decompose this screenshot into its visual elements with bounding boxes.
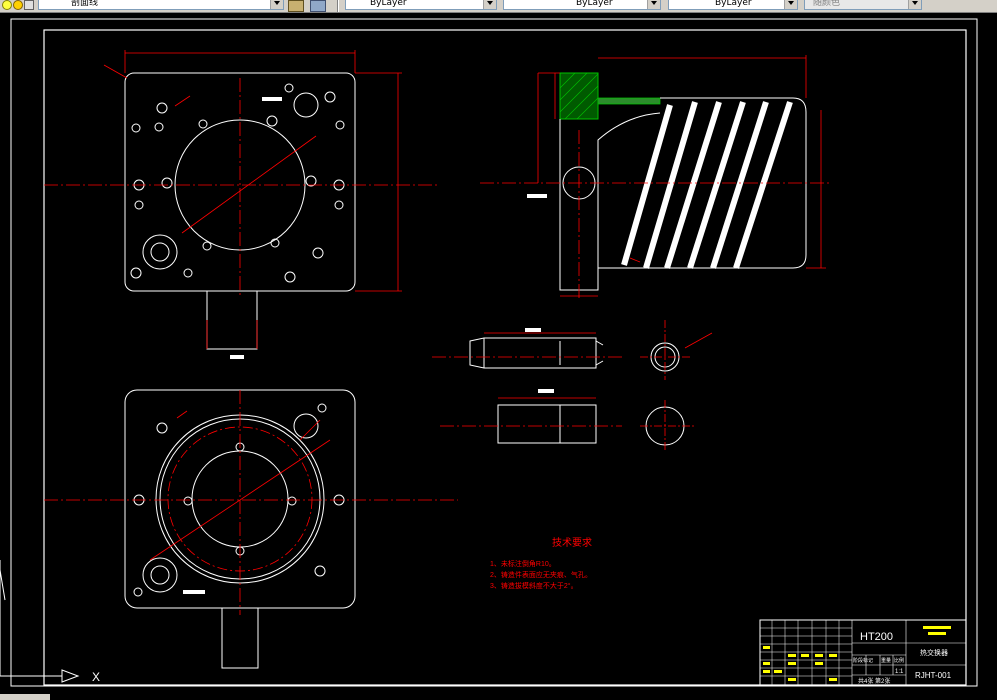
plotstyle-value: 随颜色: [813, 0, 841, 8]
col-label: 阶段标记: [853, 657, 873, 664]
tech-item-1: 1、未标注倒角R10。: [490, 559, 556, 568]
bottom-flange-dimensions: [44, 390, 458, 615]
layer-previous-icon[interactable]: [310, 0, 326, 12]
title-block: HT200 热交换器 阶段标记 重量 比例 1:1 共4张 第2张 RJHT-0…: [759, 619, 967, 686]
bolt-hole: [156, 422, 168, 434]
bolt-hole: [335, 120, 345, 130]
bolt-hole: [198, 119, 208, 129]
bolt-hole: [183, 496, 193, 506]
toolbar-separator: [337, 0, 339, 12]
pin-lower: [497, 404, 597, 444]
linetype-value: ByLayer: [576, 0, 613, 8]
corner-hole: [142, 557, 178, 593]
section-view: [480, 55, 830, 300]
bolt-hole: [266, 115, 278, 127]
bolt-hole: [314, 565, 326, 577]
corner-hole-inner: [150, 565, 170, 585]
plotstyle-dropdown[interactable]: 随颜色: [804, 0, 922, 10]
tech-title: 技术要求: [552, 536, 592, 549]
part-name-text: 热交换器: [920, 648, 948, 657]
pin-upper: [469, 337, 597, 369]
bolt-hole: [202, 241, 212, 251]
linetype-dropdown[interactable]: ByLayer: [503, 0, 661, 10]
layer-manager-icon[interactable]: [288, 0, 304, 12]
revision-grid: [760, 620, 852, 685]
plate-stem: [206, 290, 258, 350]
col-label: 比例: [894, 657, 904, 664]
pin-details: [432, 320, 713, 452]
scale-text: 1:1: [895, 669, 904, 675]
chevron-down-icon[interactable]: [483, 0, 496, 9]
corner-hole-tr: [293, 92, 319, 118]
ucs-icon: X: [0, 560, 100, 684]
tech-item-3: 3、铸造拔模斜度不大于2°。: [490, 581, 578, 590]
lineweight-value: ByLayer: [715, 0, 752, 8]
drawing-no-text: RJHT-001: [915, 671, 952, 680]
label-block: [183, 590, 205, 594]
color-value: ByLayer: [370, 0, 407, 8]
flange-stem: [221, 607, 259, 669]
bolt-hole: [134, 200, 144, 210]
bolt-hole: [156, 102, 168, 114]
tech-requirements: 技术要求 1、未标注倒角R10。 2、铸造件表面应无夹痕、气孔。 3、铸造拔模斜…: [490, 536, 592, 590]
label-block: [262, 97, 282, 101]
bolt-hole: [317, 403, 327, 413]
sun-icon[interactable]: [13, 0, 23, 10]
label-block: [527, 194, 547, 198]
chevron-down-icon[interactable]: [784, 0, 797, 9]
lightbulb-icon[interactable]: [2, 0, 12, 10]
top-plate-dimensions: [44, 50, 438, 349]
bolt-hole: [131, 123, 141, 133]
bolt-hole: [133, 587, 143, 597]
tech-item-2: 2、铸造件表面应无夹痕、气孔。: [490, 570, 592, 579]
lock-icon[interactable]: [24, 0, 34, 10]
bolt-hole: [284, 271, 296, 283]
ucs-x-label: X: [92, 670, 100, 684]
coil-stripes: [621, 101, 793, 269]
bolt-hole: [284, 83, 294, 93]
hatch-strip: [597, 97, 661, 105]
chevron-down-icon[interactable]: [908, 0, 921, 9]
bolt-hole: [154, 122, 164, 132]
corner-hole-bl: [142, 234, 178, 270]
chevron-down-icon[interactable]: [647, 0, 660, 9]
material-text: HT200: [860, 631, 893, 643]
bolt-hole: [161, 177, 173, 189]
drawing-canvas[interactable]: 技术要求 1、未标注倒角R10。 2、铸造件表面应无夹痕、气孔。 3、铸造拔模斜…: [0, 12, 997, 700]
bolt-hole: [183, 268, 193, 278]
corner-hole-bl-inner: [150, 242, 170, 262]
col-label: 重量: [881, 657, 891, 664]
bolt-hole: [287, 496, 297, 506]
lineweight-dropdown[interactable]: ByLayer: [668, 0, 798, 10]
bolt-hole: [312, 247, 324, 259]
bolt-hole: [130, 267, 142, 279]
color-dropdown[interactable]: ByLayer: [345, 0, 497, 10]
bolt-hole: [334, 200, 344, 210]
model-tab-strip[interactable]: [0, 694, 50, 700]
layer-name: 剖面线: [71, 0, 99, 8]
sheet-info-text: 共4张 第2张: [858, 677, 890, 685]
layer-dropdown[interactable]: 剖面线: [38, 0, 284, 10]
bolt-hole: [305, 175, 317, 187]
bolt-hole: [324, 91, 336, 103]
label-block: [230, 355, 244, 359]
chevron-down-icon[interactable]: [270, 0, 283, 9]
